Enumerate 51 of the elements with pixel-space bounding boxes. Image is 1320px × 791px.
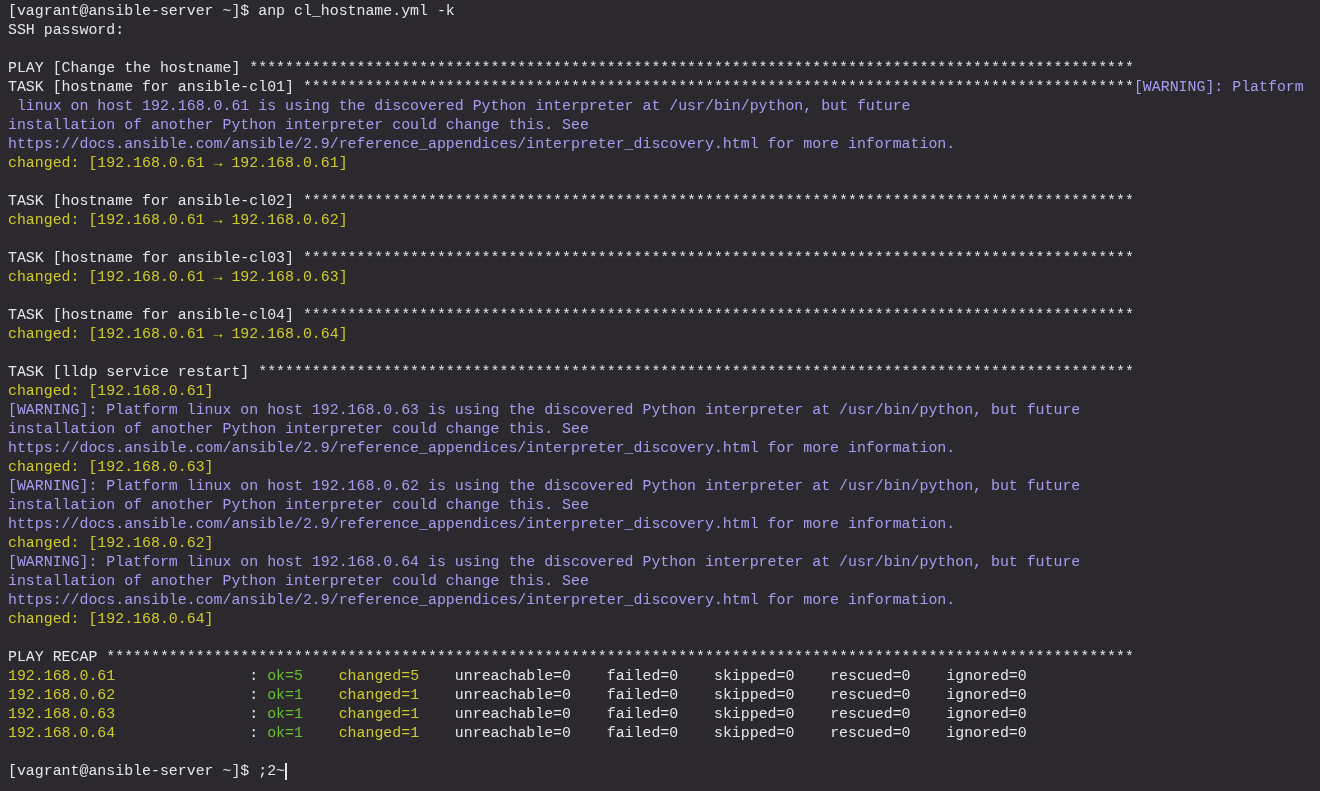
terminal-text: TASK [hostname for ansible-cl04] ********************************************************************************************* <box>8 306 1134 325</box>
changed-text: 192.168.0.63 <box>8 705 117 724</box>
changed-text: changed: [192.168.0.64] <box>8 610 214 629</box>
terminal-text: PLAY RECAP ******************************************************************************************************************* <box>8 648 1134 667</box>
ok-text: ok=1 <box>267 686 304 705</box>
changed-text: changed=5 <box>338 667 421 686</box>
changed-text: changed=1 <box>338 686 421 705</box>
terminal-text: unreachable=0 failed=0 skipped=0 rescued=0 ignored=0 <box>454 705 1027 724</box>
terminal-text: SSH password: <box>8 21 125 40</box>
terminal-text: unreachable=0 failed=0 skipped=0 rescued=0 ignored=0 <box>454 724 1027 743</box>
warning-text: [WARNING]: Platform linux on host 192.168.0.62 is using the discovered Python interpreter at /usr/bin/python, but future <box>8 477 1081 496</box>
changed-text: changed: [192.168.0.61] <box>8 382 214 401</box>
warning-text: [WARNING]: Platform linux on host 192.168.0.63 is using the discovered Python interpreter at /usr/bin/python, but future <box>8 401 1081 420</box>
terminal-text: [vagrant@ansible-server ~]$ ;2~ <box>8 762 285 781</box>
changed-text: 192.168.0.62 <box>8 686 117 705</box>
ok-text: ok=1 <box>267 705 304 724</box>
changed-text: changed: [192.168.0.61 → 192.168.0.61] <box>8 154 348 173</box>
changed-text: changed: [192.168.0.61 → 192.168.0.62] <box>8 211 348 230</box>
terminal-text: TASK [hostname for ansible-cl01] ********************************************************************************************* <box>8 78 1134 97</box>
terminal-text: TASK [hostname for ansible-cl03] ********************************************************************************************* <box>8 249 1134 268</box>
changed-text: changed: [192.168.0.63] <box>8 458 214 477</box>
warning-text: installation of another Python interpreter could change this. See <box>8 496 589 515</box>
warning-text: https://docs.ansible.com/ansible/2.9/reference_appendices/interpreter_discovery.html for more information. <box>8 439 956 458</box>
warning-text: [WARNING]: Platform linux on host 192.168.0.64 is using the discovered Python interpreter at /usr/bin/python, but future <box>8 553 1081 572</box>
ok-text: ok=5 <box>267 667 304 686</box>
warning-text: linux on host 192.168.0.61 is using the discovered Python interpreter at /usr/bin/python, but future <box>15 97 911 116</box>
terminal-text: : <box>249 705 260 724</box>
warning-text: https://docs.ansible.com/ansible/2.9/reference_appendices/interpreter_discovery.html for more information. <box>8 515 956 534</box>
warning-text: https://docs.ansible.com/ansible/2.9/reference_appendices/interpreter_discovery.html for more information. <box>8 591 956 610</box>
ok-text: ok=1 <box>267 724 304 743</box>
warning-text: installation of another Python interpreter could change this. See <box>8 420 589 439</box>
warning-text: [WARNING]: Platform <box>1133 78 1304 97</box>
changed-text: changed: [192.168.0.61 → 192.168.0.64] <box>8 325 348 344</box>
terminal-text: unreachable=0 failed=0 skipped=0 rescued=0 ignored=0 <box>454 667 1027 686</box>
terminal-text: : <box>249 724 260 743</box>
warning-text: installation of another Python interpreter could change this. See <box>8 116 589 135</box>
changed-text: 192.168.0.61 <box>8 667 117 686</box>
terminal-text: : <box>249 686 260 705</box>
terminal-text: unreachable=0 failed=0 skipped=0 rescued=0 ignored=0 <box>454 686 1027 705</box>
terminal-text: PLAY [Change the hostname] *************************************************************************************************** <box>8 59 1134 78</box>
changed-text: changed=1 <box>338 724 421 743</box>
terminal-text: TASK [lldp service restart] ************************************************************************************************** <box>8 363 1134 382</box>
changed-text: changed: [192.168.0.61 → 192.168.0.63] <box>8 268 348 287</box>
changed-text: changed: [192.168.0.62] <box>8 534 214 553</box>
terminal-text: [vagrant@ansible-server ~]$ anp cl_hostname.yml -k <box>8 2 455 21</box>
warning-text: https://docs.ansible.com/ansible/2.9/reference_appendices/interpreter_discovery.html for more information. <box>8 135 956 154</box>
changed-text: 192.168.0.64 <box>8 724 117 743</box>
terminal-text: : <box>249 667 260 686</box>
changed-text: changed=1 <box>338 705 421 724</box>
terminal-text: TASK [hostname for ansible-cl02] ********************************************************************************************* <box>8 192 1134 211</box>
warning-text: installation of another Python interpreter could change this. See <box>8 572 589 591</box>
